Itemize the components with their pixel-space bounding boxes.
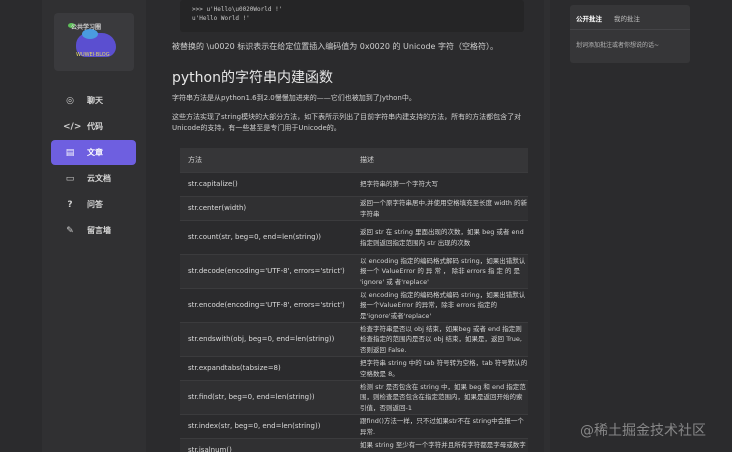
description-cell: 把字符串 string 中的 tab 符号转为空格，tab 符号默认的空格数是 … (360, 359, 528, 378)
tab-public-annotations[interactable]: 公开批注 (576, 13, 602, 29)
method-cell: str.decode(encoding='UTF-8', errors='str… (188, 267, 345, 275)
table-row: str.capitalize() 把字符串的第一个字符大写 (180, 172, 528, 196)
folder-icon: ▭ (65, 173, 75, 184)
annotation-hint: 划词添加批注或者你想说的话~ (576, 42, 660, 49)
sidebar-item-label: 问答 (87, 200, 103, 209)
sidebar-nav: ◎ 聊天 </> 代码 ▤ 文章 ▭ 云文档? 问答 ✎ 留言墙 (42, 88, 146, 244)
sidebar-item-0[interactable]: ◎ 聊天 (51, 88, 136, 113)
logo[interactable]: 公共学习圈 WUWEI·BLOG (54, 13, 134, 71)
description-cell: 返回一个原字符串居中,并使用空格填充至长度 width 的新字符串 (360, 199, 528, 218)
sidebar-item-label: 留言墙 (87, 226, 111, 235)
sidebar-item-1[interactable]: </> 代码 (51, 114, 136, 139)
paragraph: 这些方法实现了string模块的大部分方法，如下表所示列出了目前字符串内建支持的… (172, 113, 522, 132)
tab-my-annotations[interactable]: 我的批注 (614, 13, 640, 29)
code-line: u'Hello World !' (192, 15, 250, 22)
sidebar: 公共学习圈 WUWEI·BLOG ◎ 聊天 </> 代码 ▤ 文章 ▭ 云文档? 问答 ✎ 留言墙 (42, 0, 146, 452)
sidebar-item-4[interactable]: ? 问答 (51, 192, 136, 217)
paragraph: 字符串方法是从python1.6到2.0慢慢加进来的——它们也被加到了Jytho… (172, 94, 416, 102)
table-row: str.endswith(obj, beg=0, end=len(string)… (180, 322, 528, 356)
watermark: @稀土掘金技术社区 (580, 423, 706, 439)
method-cell: str.index(str, beg=0, end=len(string)) (188, 422, 321, 430)
paragraph: 被替换的 \u0020 标识表示在给定位置插入编码值为 0x0020 的 Uni… (172, 42, 499, 51)
method-cell: str.expandtabs(tabsize=8) (188, 364, 281, 372)
code-icon: </> (63, 121, 82, 132)
table-row: str.expandtabs(tabsize=8) 把字符串 string 中的 … (180, 356, 528, 380)
chat-icon: ◎ (66, 95, 74, 106)
description-cell: 把字符串的第一个字符大写 (360, 180, 438, 189)
article-icon: ▤ (65, 147, 75, 158)
section-heading: python的字符串内建函数 (172, 70, 333, 86)
description-cell: 以 encoding 指定的编码格式解码 string，如果出错默认报一个 Va… (360, 256, 526, 286)
method-cell: str.isalnum() (188, 446, 232, 452)
code-block: >>> u'Hello\u0020World !' u'Hello World … (180, 0, 524, 32)
methods-table: 方法 描述 str.capitalize() 把字符串的第一个字符大写 str.ce… (180, 148, 528, 452)
table-row: str.index(str, beg=0, end=len(string)) 跟f… (180, 414, 528, 438)
column-header-description: 描述 (360, 156, 374, 164)
method-cell: str.count(str, beg=0, end=len(string)) (188, 233, 322, 241)
method-cell: str.encode(encoding='UTF-8', errors='str… (188, 301, 345, 309)
code-line: >>> u'Hello\u0020World !' (192, 6, 283, 13)
table-row: str.center(width) 返回一个原字符串居中,并使用空格填充至长度 w… (180, 196, 528, 220)
sidebar-item-label: 代码 (87, 122, 103, 131)
description-cell: 以 encoding 指定的编码格式编码 string，如果出错默认报一个Val… (360, 290, 526, 320)
annotation-tabs: 公开批注 我的批注 (570, 5, 690, 29)
description-cell: 返回 str 在 string 里面出现的次数，如果 beg 或者 end 指定… (360, 228, 524, 247)
logo-graphic-accent (82, 29, 98, 39)
table-row: str.find(str, beg=0, end=len(string)) 检测 … (180, 380, 528, 414)
table-row: str.encode(encoding='UTF-8', errors='str… (180, 288, 528, 322)
logo-subtitle: WUWEI·BLOG (76, 52, 110, 58)
method-cell: str.endswith(obj, beg=0, end=len(string)… (188, 335, 335, 343)
column-header-method: 方法 (188, 156, 202, 164)
question-icon: ? (67, 199, 73, 210)
sidebar-item-5[interactable]: ✎ 留言墙 (51, 218, 136, 243)
description-cell: 跟find()方法一样，只不过如果str不在 string中会报一个异常. (360, 417, 524, 436)
sidebar-item-label: 云文档 (87, 174, 111, 183)
sidebar-item-label: 聊天 (87, 96, 103, 105)
sidebar-item-2[interactable]: ▤ 文章 (51, 140, 136, 165)
annotation-panel: 公开批注 我的批注 划词添加批注或者你想说的话~ (570, 5, 690, 63)
method-cell: str.capitalize() (188, 180, 238, 188)
description-cell: 检测 str 是否包含在 string 中，如果 beg 和 end 指定范围，… (360, 382, 526, 412)
method-cell: str.center(width) (188, 204, 247, 212)
table-row: str.count(str, beg=0, end=len(string)) 返回… (180, 220, 528, 254)
method-cell: str.find(str, beg=0, end=len(string)) (188, 393, 315, 401)
edit-icon: ✎ (66, 225, 74, 236)
divider (570, 29, 690, 30)
sidebar-item-3[interactable]: ▭ 云文档 (51, 166, 136, 191)
sidebar-item-label: 文章 (87, 148, 103, 157)
table-header: 方法 描述 (180, 148, 528, 172)
article-content: >>> u'Hello\u0020World !' u'Hello World … (172, 0, 532, 452)
scrollbar[interactable] (544, 0, 550, 452)
description-cell: 检查字符串是否以 obj 结束，如果beg 或者 end 指定则检查指定的范围内… (360, 324, 522, 354)
description-cell: 如果 string 至少有一个字符并且所有字符都是字母或数字则返回 True，否… (360, 441, 526, 452)
table-row: str.decode(encoding='UTF-8', errors='str… (180, 254, 528, 288)
table-row: str.isalnum() 如果 string 至少有一个字符并且所有字符都是字母… (180, 438, 528, 452)
table-body: str.capitalize() 把字符串的第一个字符大写 str.center(w… (180, 172, 528, 452)
